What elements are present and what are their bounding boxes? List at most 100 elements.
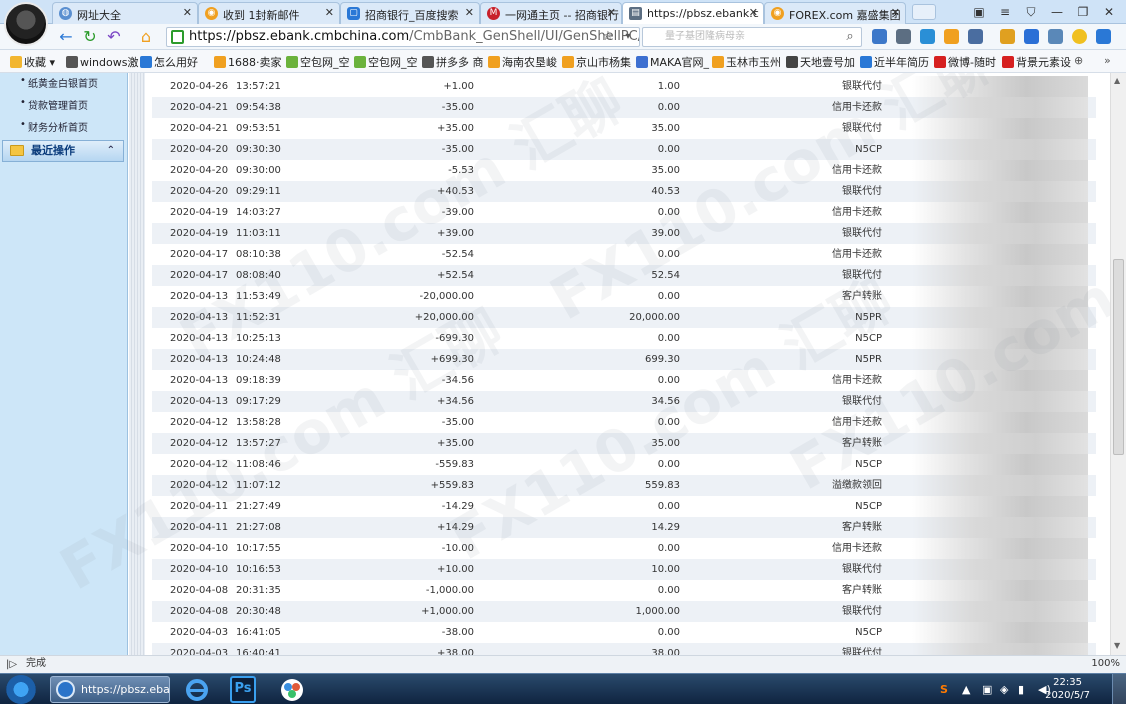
- tab-0[interactable]: ◍ 网址大全 ✕: [52, 2, 198, 24]
- extension-icon[interactable]: [872, 29, 887, 44]
- transaction-date: 2020-04-12: [170, 438, 229, 449]
- sidebar-section-title: 最近操作: [31, 144, 75, 157]
- screenshot-icon[interactable]: [968, 29, 983, 44]
- minimize-button[interactable]: —: [1046, 3, 1068, 21]
- frame-splitter[interactable]: [129, 73, 145, 655]
- close-icon[interactable]: ✕: [325, 6, 334, 19]
- chevron-down-icon[interactable]: ▾: [618, 27, 638, 47]
- bookmark-item[interactable]: 天地壹号加: [786, 54, 855, 70]
- bookmark-item[interactable]: 空包网_空: [354, 54, 418, 70]
- close-window-button[interactable]: ✕: [1098, 3, 1120, 21]
- taskbar-browser-label: https://pbsz.eba...: [81, 683, 170, 696]
- transaction-type: N5PR: [855, 312, 882, 323]
- user-avatar[interactable]: [4, 2, 48, 46]
- sidebar-toggle-icon[interactable]: ▣: [968, 3, 990, 21]
- vertical-scrollbar[interactable]: ▲ ▼: [1110, 73, 1126, 655]
- tab-4-active[interactable]: ▤ https://pbsz.ebank.c ✕: [622, 2, 764, 25]
- collapse-icon[interactable]: ⌃: [107, 141, 115, 161]
- tools-icon[interactable]: [896, 29, 911, 44]
- table-row: 2020-04-13 11:52:31 +20,000.00 20,000.00 N5P…: [152, 307, 1096, 328]
- sidebar-section-recent[interactable]: 最近操作 ⌃: [2, 140, 124, 162]
- skin-icon[interactable]: ⛉: [1020, 3, 1042, 21]
- search-input[interactable]: 量子基团隆病母亲: [642, 27, 862, 47]
- ime-icon[interactable]: S: [940, 683, 948, 696]
- sidebar-link-gold[interactable]: 纸黄金白银首页: [20, 75, 98, 90]
- scroll-thumb[interactable]: [1113, 259, 1124, 455]
- table-row: 2020-04-21 09:53:51 +35.00 35.00 银联代付: [152, 118, 1096, 139]
- transaction-balance: 52.54: [651, 270, 680, 281]
- bookmark-item[interactable]: 京山市杨集: [562, 54, 631, 70]
- star-icon[interactable]: ☆: [598, 27, 618, 47]
- refresh-button[interactable]: ↻: [80, 27, 100, 47]
- table-row: 2020-04-13 10:25:13 -699.30 0.00 N5CP: [152, 328, 1096, 349]
- sidebar-link-loans[interactable]: 贷款管理首页: [20, 97, 88, 112]
- tab-3[interactable]: M 一网通主页 -- 招商银行 ✕: [480, 2, 622, 24]
- home-button[interactable]: ⌂: [136, 27, 156, 47]
- close-icon[interactable]: ✕: [465, 6, 474, 19]
- close-icon[interactable]: ✕: [891, 6, 900, 19]
- bookmark-item[interactable]: windows激: [66, 54, 138, 70]
- bookmark-item[interactable]: 近半年简历: [860, 54, 929, 70]
- close-icon[interactable]: ✕: [749, 6, 758, 19]
- bookmark-item[interactable]: MAKA官网_: [636, 54, 709, 70]
- bookmark-item[interactable]: 空包网_空: [286, 54, 350, 70]
- key-icon[interactable]: [1000, 29, 1015, 44]
- more-bookmarks-icon[interactable]: »: [1104, 54, 1111, 67]
- start-button[interactable]: [6, 675, 36, 704]
- bookmark-item[interactable]: 拼多多 商: [422, 54, 484, 70]
- show-desktop-button[interactable]: [1112, 674, 1126, 704]
- tab-1[interactable]: ◉ 收到 1封新邮件 ✕: [198, 2, 340, 24]
- transaction-amount: -34.56: [441, 375, 474, 386]
- clock[interactable]: 22:35 2020/5/7: [1045, 676, 1090, 702]
- sidebar-toggle-icon[interactable]: |▷: [6, 657, 17, 673]
- tray-app-icon[interactable]: ◈: [1000, 683, 1008, 696]
- transaction-type: 银联代付: [842, 564, 882, 575]
- close-icon[interactable]: ✕: [607, 6, 616, 19]
- undo-close-button[interactable]: ↶: [104, 27, 124, 47]
- network-icon[interactable]: ▮: [1018, 683, 1024, 696]
- taskbar-browser[interactable]: https://pbsz.eba...: [50, 676, 170, 703]
- search-icon[interactable]: ⌕: [840, 27, 860, 47]
- translate-icon[interactable]: [920, 29, 935, 44]
- bookmark-item[interactable]: 背景元素设: [1002, 54, 1071, 70]
- download-icon[interactable]: [1096, 29, 1111, 44]
- transaction-balance: 20,000.00: [629, 312, 680, 323]
- emoji-icon[interactable]: [1072, 29, 1087, 44]
- app-icon[interactable]: [278, 676, 306, 703]
- bookmark-item[interactable]: 1688·卖家: [214, 54, 282, 70]
- zoom-level[interactable]: 100%: [1091, 656, 1120, 672]
- scroll-up-icon[interactable]: ▲: [1114, 76, 1120, 85]
- menu-icon[interactable]: ≡: [994, 3, 1016, 21]
- transaction-balance: 0.00: [657, 144, 680, 155]
- transaction-type: 银联代付: [842, 228, 882, 239]
- transaction-amount: +35.00: [436, 123, 474, 134]
- bookmark-item[interactable]: 海南农垦峻: [488, 54, 557, 70]
- tray-app-icon[interactable]: ▣: [982, 683, 992, 696]
- bookmark-item[interactable]: 微博-随时: [934, 54, 996, 70]
- tab-5[interactable]: ◉ FOREX.com 嘉盛集团 ✕: [764, 2, 906, 24]
- photoshop-icon[interactable]: Ps: [230, 676, 256, 703]
- bookmark-favorites[interactable]: 收藏 ▾: [10, 54, 55, 70]
- ie-icon[interactable]: [182, 676, 212, 703]
- tab-title: https://pbsz.ebank.c: [647, 7, 759, 20]
- restore-button[interactable]: ❐: [1072, 3, 1094, 21]
- transaction-date: 2020-04-12: [170, 417, 229, 428]
- transaction-amount: +34.56: [436, 396, 474, 407]
- mail-icon[interactable]: [1024, 29, 1039, 44]
- bookmark-item[interactable]: 玉林市玉州: [712, 54, 781, 70]
- transaction-date: 2020-04-20: [170, 186, 229, 197]
- sidebar-link-finance[interactable]: 财务分析首页: [20, 119, 88, 134]
- transaction-balance: 559.83: [645, 480, 680, 491]
- cloud-icon[interactable]: [1048, 29, 1063, 44]
- bookmark-item[interactable]: 怎么用好: [140, 54, 198, 70]
- tray-expand-icon[interactable]: ▲: [962, 683, 970, 696]
- favorites-icon[interactable]: [944, 29, 959, 44]
- address-bar[interactable]: https://pbsz.ebank.cmbchina.com/CmbBank_…: [166, 27, 640, 47]
- transaction-amount: -559.83: [435, 459, 474, 470]
- tab-2[interactable]: ▢ 招商银行_百度搜索 ✕: [340, 2, 480, 24]
- scroll-down-icon[interactable]: ▼: [1114, 641, 1120, 650]
- back-button[interactable]: ←: [56, 27, 76, 47]
- close-icon[interactable]: ✕: [183, 6, 192, 19]
- new-tab-button[interactable]: [912, 4, 936, 20]
- globe-icon[interactable]: ⊕: [1074, 54, 1083, 67]
